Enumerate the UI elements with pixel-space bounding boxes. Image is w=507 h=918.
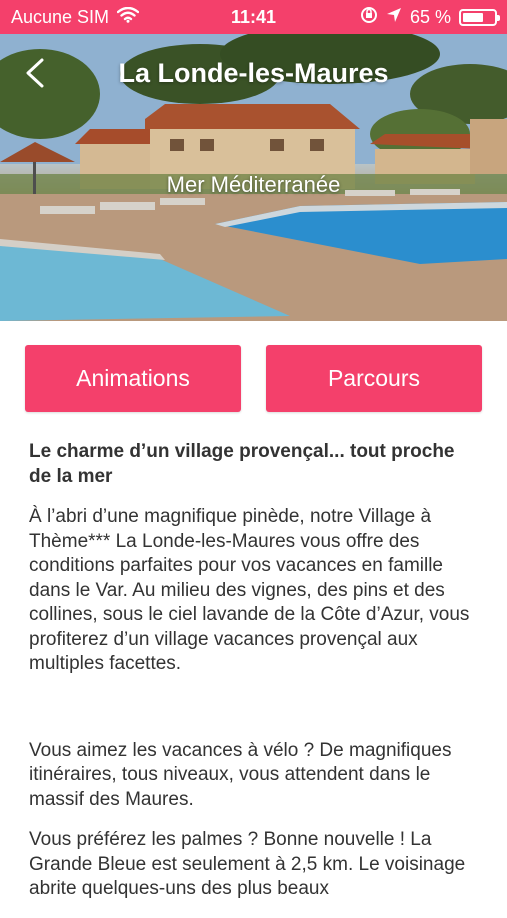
description: Le charme d’un village provençal... tout…	[29, 440, 481, 918]
parcours-button[interactable]: Parcours	[266, 345, 482, 412]
page-title: La Londe-les-Maures	[118, 58, 389, 88]
location-icon	[386, 7, 402, 28]
hero-image: La Londe-les-Maures Mer Méditerranée	[0, 34, 507, 321]
parcours-button-label: Parcours	[327, 365, 421, 391]
status-right: 65 %	[360, 6, 500, 29]
battery-icon	[459, 9, 500, 26]
page-subtitle: Mer Méditerranée	[166, 172, 341, 197]
description-paragraph-1: À l’abri d’une magnifique pinède, notre …	[29, 506, 470, 674]
description-headline: Le charme d’un village provençal... tout…	[29, 441, 455, 487]
animations-button[interactable]: Animations	[25, 345, 241, 412]
description-paragraph-2: Vous aimez les vacances à vélo ? De magn…	[29, 739, 452, 810]
battery-fill	[463, 13, 483, 22]
animations-button-label: Animations	[76, 365, 190, 391]
status-bar: Aucune SIM 11:41 65 %	[0, 0, 507, 34]
battery-percent: 65 %	[409, 7, 451, 27]
orientation-lock-icon	[360, 6, 378, 29]
description-paragraph-3: Vous préférez les palmes ? Bonne nouvell…	[29, 829, 466, 899]
